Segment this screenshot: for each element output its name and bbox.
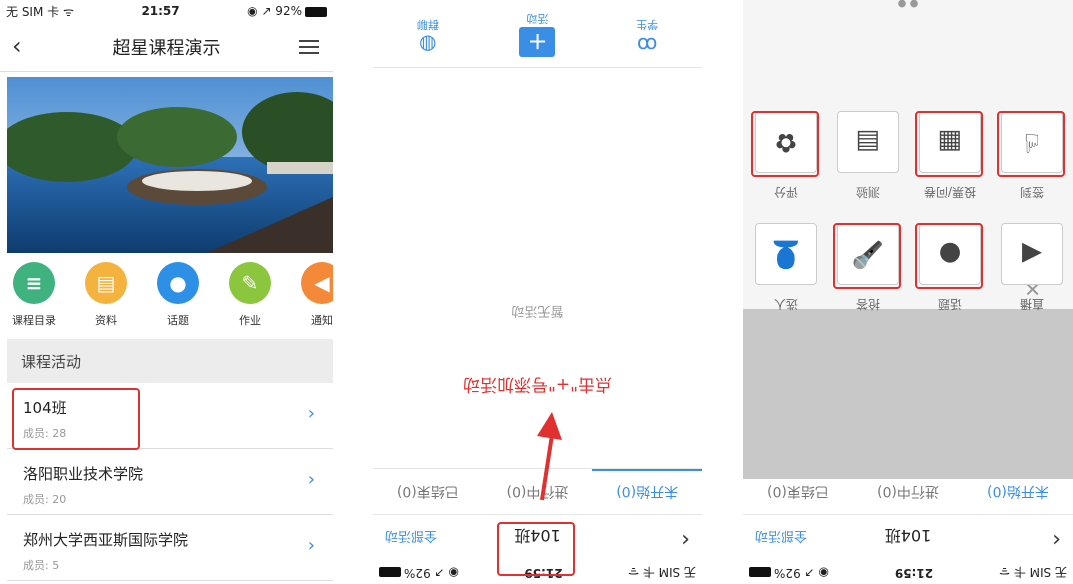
shortcut-label: 课程目录 bbox=[12, 314, 56, 327]
course-name: 洛阳职业技术学院 bbox=[23, 465, 144, 483]
course-cover-image bbox=[7, 77, 333, 253]
activity-screen: 无 SIM 卡 ᯤ 21:59 ◉ ↗ 92% ‹ 104班 全部活动 未开始(… bbox=[373, 0, 702, 584]
activity-label: 话题 bbox=[938, 297, 963, 311]
back-icon[interactable]: ‹ bbox=[12, 32, 22, 60]
battery-icon bbox=[304, 6, 327, 17]
status-bar: 无 SIM 卡 ᯤ 21:59 ◉ ↗ 92% bbox=[743, 562, 1073, 584]
activity-quiz-button[interactable]: ▤ bbox=[837, 111, 899, 173]
speaker-icon: ◀ bbox=[301, 262, 333, 304]
chevron-right-icon: › bbox=[307, 469, 315, 490]
battery-text: ◉ ↗ 92% bbox=[404, 566, 459, 580]
highlight-box bbox=[915, 111, 983, 177]
battery-text: ◉ ↗ 92% bbox=[247, 4, 302, 18]
battery-status: ◉ ↗ 92% bbox=[247, 4, 327, 18]
course-item[interactable]: 洛阳职业技术学院 成员: 20 › bbox=[7, 449, 333, 515]
nav-bar: ‹ 104班 全部活动 bbox=[743, 514, 1073, 562]
students-button[interactable]: ꝏ 学生 bbox=[592, 0, 702, 67]
person-icon: 👤 bbox=[769, 239, 803, 269]
battery-icon bbox=[749, 567, 772, 578]
activity-label: 投票/问卷 bbox=[923, 185, 977, 199]
highlight-box bbox=[915, 223, 983, 289]
all-activities-link[interactable]: 全部活动 bbox=[385, 528, 437, 547]
highlight-box bbox=[751, 111, 819, 177]
activity-label: 签到 bbox=[1020, 185, 1045, 199]
shortcut-1[interactable]: ≡ 课程目录 bbox=[4, 262, 64, 328]
shortcut-3[interactable]: ● 话题 bbox=[148, 262, 208, 328]
shortcut-label: 资料 bbox=[95, 314, 117, 327]
carrier-text: 无 SIM 卡 ᯤ bbox=[628, 565, 696, 580]
all-activities-link[interactable]: 全部活动 bbox=[755, 528, 807, 547]
page-title: 超星课程演示 bbox=[112, 37, 221, 59]
shortcut-label: 通知 bbox=[311, 314, 333, 327]
dim-overlay[interactable] bbox=[743, 309, 1073, 479]
course-item[interactable]: 郑州大学西亚斯国际学院 成员: 5 › bbox=[7, 515, 333, 581]
course-name: 郑州大学西亚斯国际学院 bbox=[23, 531, 189, 549]
chat-icon: ● bbox=[157, 262, 199, 304]
page-dots: ● ● bbox=[897, 0, 919, 9]
chat-icon: ◍ bbox=[419, 33, 437, 57]
group-chat-button[interactable]: ◍ 群聊 bbox=[373, 0, 483, 67]
nav-bar: ‹ 超星课程演示 bbox=[0, 22, 333, 72]
menu-icon[interactable] bbox=[299, 36, 319, 58]
activity-label: 抢答 bbox=[856, 297, 881, 311]
add-activity-button[interactable]: + 活动 bbox=[483, 0, 593, 67]
edit-icon: ✎ bbox=[229, 262, 271, 304]
quiz-icon: ▤ bbox=[855, 127, 881, 157]
status-bar: 无 SIM 卡 ᯤ 21:57 ◉ ↗ 92% bbox=[0, 0, 333, 22]
plus-icon: + bbox=[519, 27, 556, 57]
clock-text: 21:59 bbox=[894, 566, 934, 580]
chevron-right-icon: › bbox=[307, 403, 315, 424]
activity-label: 选人 bbox=[774, 297, 799, 311]
students-label: 学生 bbox=[636, 18, 659, 31]
highlight-box bbox=[997, 111, 1065, 177]
shortcut-label: 作业 bbox=[239, 314, 261, 327]
shortcut-4[interactable]: ✎ 作业 bbox=[220, 262, 280, 328]
activity-label: 活动 bbox=[526, 12, 549, 25]
course-members: 成员: 5 bbox=[23, 559, 60, 572]
highlight-box bbox=[497, 522, 575, 576]
battery-status: ◉ ↗ 92% bbox=[379, 566, 459, 580]
arrow-icon bbox=[537, 412, 562, 501]
play-icon: ◀ bbox=[1022, 239, 1042, 269]
document-icon: ▤ bbox=[85, 262, 127, 304]
chat-label: 群聊 bbox=[416, 18, 439, 31]
battery-icon bbox=[379, 567, 402, 578]
highlight-box bbox=[12, 388, 140, 450]
carrier-text: 无 SIM 卡 ᯤ bbox=[999, 565, 1067, 580]
carrier-text: 无 SIM 卡 ᯤ bbox=[6, 4, 74, 19]
section-title: 课程活动 bbox=[7, 339, 333, 383]
activity-label: 测验 bbox=[856, 185, 881, 199]
chevron-right-icon: › bbox=[307, 535, 315, 556]
students-icon: ꝏ bbox=[636, 33, 658, 57]
activity-menu-screen: 无 SIM 卡 ᯤ 21:59 ◉ ↗ 92% ‹ 104班 全部活动 未开始(… bbox=[743, 0, 1073, 584]
activity-label: 直播 bbox=[1020, 297, 1045, 311]
activity-type-sheet: ✕ ● ● ☝ 签到 ▦ 投票/问卷 ▤ 测验 ✿ 评分 ◀ 直播 ● 话题 🎤 抢答 👤 选人 bbox=[743, 0, 1073, 311]
tab-not-started[interactable]: 未开始(0) bbox=[592, 469, 702, 514]
activity-person-button[interactable]: 👤 bbox=[755, 223, 817, 285]
course-screen: 无 SIM 卡 ᯤ 21:57 ◉ ↗ 92% ‹ 超星课程演示 ≡ 课程目录 … bbox=[0, 0, 333, 584]
shortcut-row: ≡ 课程目录 ▤ 资料 ● 话题 ✎ 作业 ◀ 通知 bbox=[0, 262, 333, 334]
empty-state-text: 暂无活动 bbox=[511, 303, 564, 318]
activity-label: 评分 bbox=[774, 185, 799, 199]
highlight-box bbox=[833, 223, 901, 289]
shortcut-2[interactable]: ▤ 资料 bbox=[76, 262, 136, 328]
course-members: 成员: 20 bbox=[23, 493, 67, 506]
battery-status: ◉ ↗ 92% bbox=[749, 566, 829, 580]
shortcut-label: 话题 bbox=[167, 314, 189, 327]
bottom-toolbar: ꝏ 学生 + 活动 ◍ 群聊 bbox=[373, 0, 702, 68]
battery-text: ◉ ↗ 92% bbox=[774, 566, 829, 580]
activity-play-button[interactable]: ◀ bbox=[1001, 223, 1063, 285]
list-icon: ≡ bbox=[13, 262, 55, 304]
clock-text: 21:57 bbox=[141, 4, 180, 18]
tab-ended[interactable]: 已结束(0) bbox=[373, 469, 483, 514]
shortcut-5[interactable]: ◀ 通知 bbox=[292, 262, 333, 328]
instruction-text: 点击"+"号添加活动 bbox=[463, 374, 612, 394]
